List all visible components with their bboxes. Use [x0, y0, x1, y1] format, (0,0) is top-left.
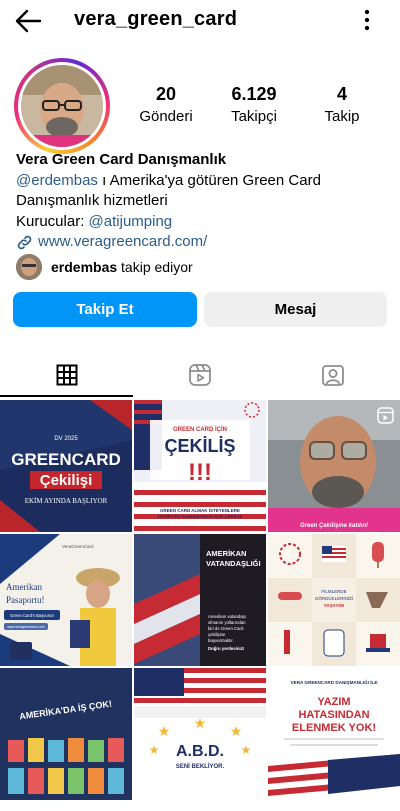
svg-text:★: ★ [230, 723, 243, 739]
post-1-title: GREENCARD [11, 450, 121, 469]
post-tile-9[interactable]: VERA GREENCARD DANIŞMANLIĞI İLE YAZIM HA… [268, 668, 400, 800]
post-tile-6[interactable]: FİLMLERDE GÖRDÜKLERİNİZİ YAŞAYIN! [268, 534, 400, 666]
post-4-button: Green Card's Başvurun [10, 613, 54, 618]
profile-username: vera_green_card [74, 8, 238, 30]
post-2-body1: GREEN CARD ALMAK İSTEYENLERE [160, 507, 240, 513]
post-3-caption: Green Çekilişine katılın! [300, 523, 368, 529]
svg-text:★: ★ [241, 743, 252, 757]
post-9-title1: YAZIM [317, 696, 350, 708]
tab-reels[interactable] [133, 352, 266, 398]
post-4-title1: Amerikan [6, 582, 42, 592]
bio-text-line2: Danışmanlık hizmetleri [16, 192, 168, 209]
post-2-body2: ÜCRETSİZ DANIŞMANLIK İÇİN ÇEKİLİŞ [158, 513, 243, 519]
active-tab-indicator [0, 395, 133, 397]
followers-count: 6.129 [231, 84, 277, 104]
post-5-body4: çekilişine [208, 632, 226, 637]
profile-tabs [0, 352, 400, 398]
post-6-text1: FİLMLERDE [321, 588, 346, 594]
post-4-url: www.veragreencard.com [7, 625, 44, 629]
tab-posts[interactable] [0, 352, 133, 398]
follower-avatar [16, 254, 42, 280]
follow-button[interactable]: Takip Et [13, 292, 197, 327]
posts-grid: DV 2025 GREENCARD Çekilişi EKİM AYINDA B… [0, 400, 400, 811]
follower-username: erdembas [51, 259, 118, 275]
post-1-small: DV 2025 [54, 436, 78, 442]
post-9-title3: ELENMEK YOK! [292, 722, 376, 734]
bio-text: ı Amerika'ya götüren Green Card [97, 171, 321, 189]
post-6-text2: GÖRDÜKLERİNİZİ [315, 595, 353, 601]
website-link[interactable]: www.veragreencard.com/ [38, 232, 207, 253]
post-5-body3: biri de Green Card [208, 626, 244, 631]
kebab-vertical-icon[interactable] [360, 9, 374, 31]
post-9-top: VERA GREENCARD DANIŞMANLIĞI İLE [291, 678, 378, 685]
post-8-title: A.B.D. [176, 743, 224, 760]
arrow-left-icon[interactable] [14, 8, 42, 34]
followers-label: Takipçi [231, 108, 277, 125]
profile-bio: Vera Green Card Danışmanlık @erdembas ı … [16, 150, 386, 253]
mention-link[interactable]: @erdembas [16, 172, 98, 189]
post-tile-3[interactable]: Green Çekilişine katılın! [268, 400, 400, 532]
avatar-photo [21, 65, 103, 147]
post-6-text3: YAŞAYIN! [324, 603, 345, 608]
following-stat[interactable]: 4 Takip [302, 84, 382, 126]
profile-display-name: Vera Green Card Danışmanlık [16, 151, 227, 168]
svg-text:★: ★ [149, 743, 160, 757]
post-5-body6: Doğru yerdesiniz! [208, 646, 245, 651]
post-4-brand: VeraGreenCard [62, 544, 94, 549]
post-5-body1: Amerikan vatandaşı [208, 614, 246, 619]
svg-text:★: ★ [194, 715, 207, 731]
post-5-title1: AMERİKAN [206, 549, 246, 558]
message-button[interactable]: Mesaj [204, 292, 387, 327]
post-4-title2: Pasaportu! [6, 595, 45, 605]
post-2-bang: !!! [188, 459, 212, 486]
post-5-body2: olmanın yollarından [208, 620, 246, 625]
reels-icon [188, 364, 211, 386]
posts-label: Gönderi [139, 108, 193, 125]
founders-label: Kurucular: [16, 212, 89, 230]
followed-by-row[interactable]: erdembas takip ediyor [16, 254, 193, 280]
post-8-sub: SENİ BEKLİYOR. [176, 763, 225, 770]
post-9-title2: HATASINDAN [298, 709, 369, 721]
post-1-title2: Çekilişi [40, 472, 93, 489]
post-2-top: GREEN CARD İÇİN [173, 426, 227, 433]
posts-count: 20 [155, 84, 177, 104]
post-tile-8[interactable]: ★ ★ ★ A.B.D. SENİ BEKLİYOR. ★ ★ [134, 668, 266, 800]
posts-stat[interactable]: 20 Gönderi [126, 84, 206, 126]
post-tile-4[interactable]: VeraGreenCard Amerikan Pasaportu! Green … [0, 534, 132, 666]
tab-tagged[interactable] [266, 352, 399, 398]
founders-link[interactable]: @atijumping [89, 213, 173, 230]
post-tile-2[interactable]: GREEN CARD İÇİN ÇEKİLİŞ !!! GREEN CARD A… [134, 400, 266, 532]
post-2-title: ÇEKİLİŞ [164, 436, 235, 456]
tagged-icon [321, 365, 344, 386]
top-bar: vera_green_card [0, 0, 400, 44]
link-icon [17, 235, 32, 250]
grid-icon [56, 364, 77, 386]
followers-stat[interactable]: 6.129 Takipçi [214, 84, 294, 126]
follower-text: takip ediyor [117, 259, 193, 275]
svg-text:★: ★ [158, 723, 171, 739]
post-1-sub: EKİM AYINDA BAŞLIYOR [25, 497, 108, 505]
post-tile-7[interactable]: AMERİKA'DA İŞ ÇOK! [0, 668, 132, 800]
following-label: Takip [324, 108, 360, 125]
post-5-body5: başvurmaktır. [208, 638, 234, 643]
post-5-title2: VATANDAŞLIĞI [206, 559, 261, 568]
post-tile-1[interactable]: DV 2025 GREENCARD Çekilişi EKİM AYINDA B… [0, 400, 132, 532]
profile-avatar[interactable] [14, 58, 110, 154]
post-tile-5[interactable]: AMERİKAN VATANDAŞLIĞI Amerikan vatandaşı… [134, 534, 266, 666]
following-count: 4 [336, 84, 347, 104]
